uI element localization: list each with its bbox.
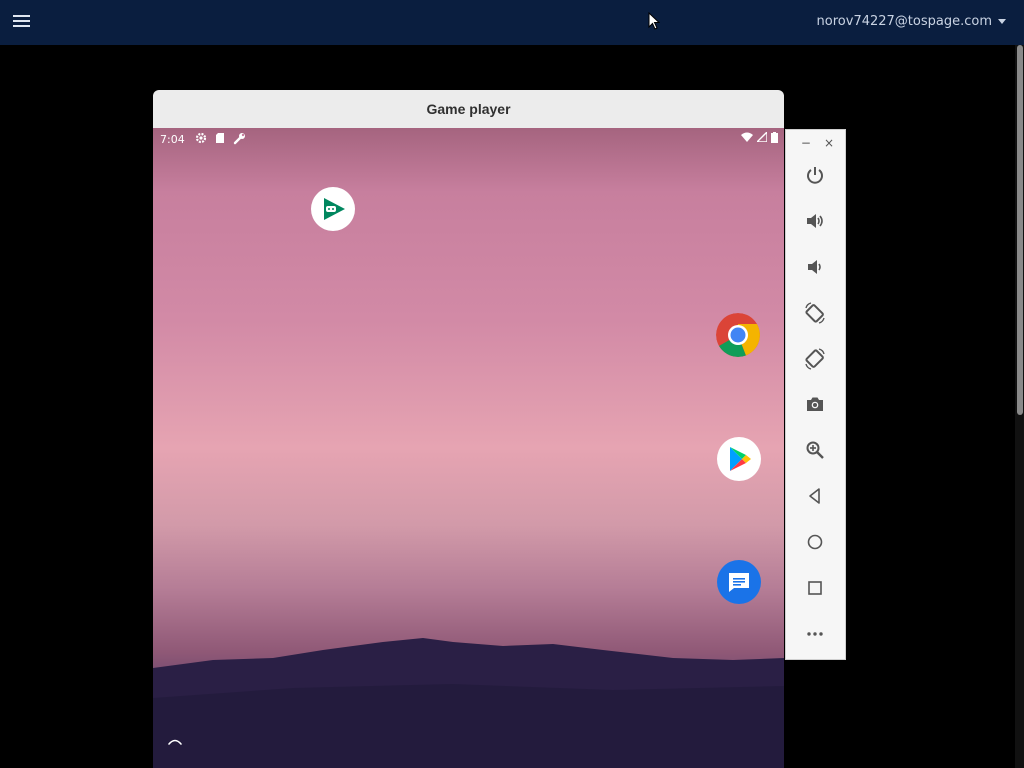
signal-icon — [757, 132, 767, 142]
window-title: Game player — [426, 101, 511, 117]
settings-gear-icon — [195, 132, 207, 144]
back-button[interactable] — [803, 484, 827, 508]
overview-icon — [808, 581, 822, 595]
minimize-button[interactable]: − — [801, 136, 811, 150]
top-bar: norov74227@tospage.com — [0, 0, 1024, 45]
android-screen[interactable]: 7:04 — [153, 128, 784, 768]
volume-down-icon — [808, 260, 821, 274]
messages-icon — [729, 573, 749, 592]
rotate-right-icon — [805, 348, 825, 370]
power-icon — [807, 167, 823, 184]
messages-app-icon[interactable] — [717, 560, 761, 604]
home-button[interactable] — [803, 530, 827, 554]
zoom-icon — [806, 441, 824, 459]
camera-icon — [807, 397, 823, 411]
more-options-button[interactable] — [803, 622, 827, 646]
hamburger-menu-icon[interactable] — [13, 15, 30, 29]
mouse-cursor-icon — [648, 12, 660, 30]
play-games-app-icon[interactable] — [311, 187, 355, 231]
zoom-button[interactable] — [803, 438, 827, 462]
close-button[interactable]: × — [824, 136, 834, 150]
play-store-icon — [730, 447, 751, 471]
back-icon — [809, 488, 820, 504]
scrollbar-thumb[interactable] — [1017, 45, 1023, 415]
dropdown-caret-icon — [998, 19, 1006, 24]
play-games-icon — [324, 198, 345, 220]
window-titlebar[interactable]: Game player — [153, 90, 784, 129]
more-icon — [807, 632, 823, 636]
rotate-left-button[interactable] — [803, 301, 827, 325]
volume-down-button[interactable] — [803, 255, 827, 279]
volume-up-button[interactable] — [803, 209, 827, 233]
battery-icon — [771, 132, 778, 143]
volume-up-icon — [807, 214, 823, 228]
play-store-app-icon[interactable] — [717, 437, 761, 481]
user-account-menu[interactable]: norov74227@tospage.com — [817, 14, 1006, 29]
emulator-toolbar: − × — [785, 129, 846, 660]
mountain-silhouette — [153, 638, 784, 768]
home-icon — [807, 534, 823, 550]
status-time: 7:04 — [160, 133, 185, 146]
wrench-icon — [233, 133, 245, 145]
rotate-left-icon — [805, 302, 825, 324]
user-email: norov74227@tospage.com — [816, 14, 992, 29]
wifi-icon — [741, 132, 753, 142]
chrome-app-icon[interactable] — [716, 313, 760, 357]
android-status-bar: 7:04 — [153, 128, 784, 152]
screenshot-button[interactable] — [803, 392, 827, 416]
rotate-right-button[interactable] — [803, 347, 827, 371]
chrome-icon — [716, 313, 760, 357]
overview-button[interactable] — [803, 576, 827, 600]
page-scrollbar[interactable] — [1015, 45, 1024, 768]
game-player-window: Game player 7:04 — [153, 90, 784, 768]
sd-card-icon — [216, 133, 224, 143]
power-button[interactable] — [803, 163, 827, 187]
swipe-up-icon[interactable] — [167, 736, 183, 746]
